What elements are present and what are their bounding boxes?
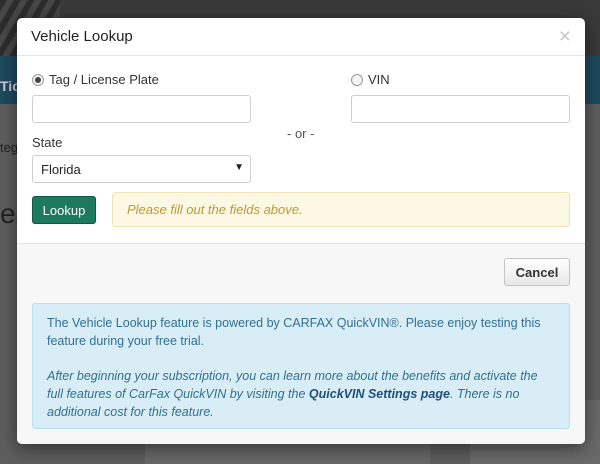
state-select[interactable]: Florida ▼ bbox=[32, 155, 251, 183]
vin-input[interactable] bbox=[351, 95, 570, 123]
vehicle-lookup-dialog: Vehicle Lookup × Tag / License Plate VIN… bbox=[17, 18, 585, 444]
dialog-header: Vehicle Lookup × bbox=[17, 18, 585, 56]
dialog-title: Vehicle Lookup bbox=[31, 28, 133, 45]
radio-unchecked-icon[interactable] bbox=[351, 73, 363, 86]
tag-plate-label: Tag / License Plate bbox=[49, 72, 159, 87]
tag-plate-input[interactable] bbox=[32, 95, 251, 123]
info-paragraph: The Vehicle Lookup feature is powered by… bbox=[47, 316, 541, 348]
state-label: State bbox=[32, 135, 63, 150]
info-paragraph: After beginning your subscription, you c… bbox=[47, 367, 555, 421]
radio-checked-icon[interactable] bbox=[32, 73, 44, 86]
lookup-button[interactable]: Lookup bbox=[32, 196, 96, 224]
vin-radio[interactable]: VIN bbox=[351, 72, 390, 87]
cancel-button[interactable]: Cancel bbox=[504, 258, 570, 286]
dropdown-arrow-icon: ▼ bbox=[234, 162, 244, 173]
background-text: teg bbox=[0, 140, 19, 155]
info-notice: The Vehicle Lookup feature is powered by… bbox=[32, 303, 570, 429]
or-separator: - or - bbox=[287, 126, 315, 141]
quickvin-settings-link[interactable]: QuickVIN Settings page bbox=[309, 387, 450, 401]
tag-plate-radio[interactable]: Tag / License Plate bbox=[32, 72, 159, 87]
validation-warning: Please fill out the fields above. bbox=[112, 192, 570, 227]
close-icon[interactable]: × bbox=[559, 26, 571, 47]
vin-label: VIN bbox=[368, 72, 390, 87]
state-selected-value: Florida bbox=[41, 162, 81, 177]
